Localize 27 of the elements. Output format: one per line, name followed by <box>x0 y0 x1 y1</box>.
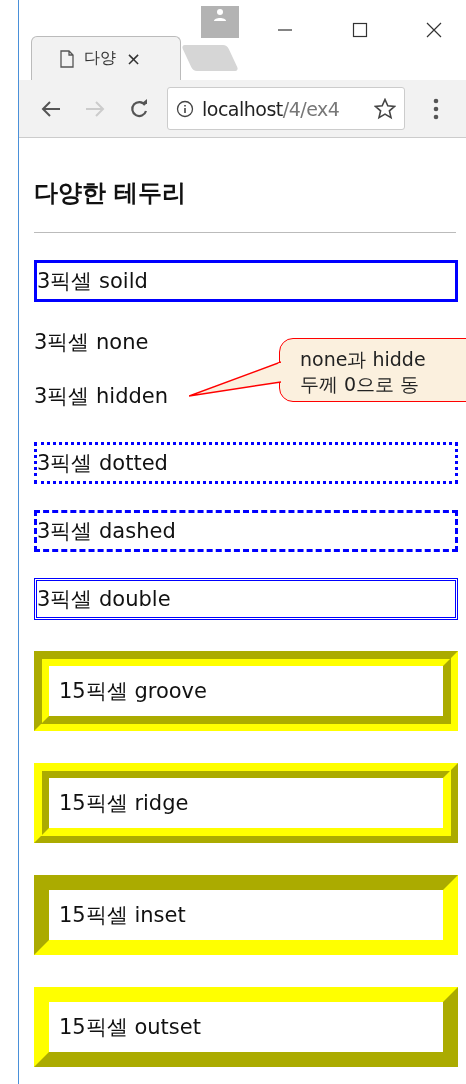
callout-text: none과 hidde <box>300 347 426 372</box>
tab-close-button[interactable]: × <box>126 48 142 69</box>
page-heading: 다양한 테두리 <box>34 178 188 209</box>
maximize-icon[interactable] <box>352 22 368 38</box>
info-icon[interactable] <box>176 99 194 118</box>
document-icon <box>60 49 74 68</box>
tab-title: 다양 <box>84 48 116 69</box>
bordered-box: 15픽셀 groove <box>34 651 458 731</box>
paragraph-text: 3픽셀 none <box>34 329 149 356</box>
browser-tab[interactable]: 다양 × <box>31 36 181 80</box>
back-arrow-icon[interactable] <box>41 99 61 118</box>
menu-icon[interactable] <box>433 97 439 120</box>
callout-text: 두께 0으로 동 <box>300 372 420 397</box>
bordered-box: 3픽셀 dashed <box>34 510 458 552</box>
bordered-box: 3픽셀 double <box>34 578 458 620</box>
bordered-box: 3픽셀 dotted <box>34 442 458 484</box>
star-icon[interactable] <box>374 97 396 120</box>
bordered-box: 15픽셀 outset <box>34 987 458 1067</box>
person-icon <box>213 8 227 22</box>
bordered-box: 3픽셀 soild <box>34 260 458 302</box>
close-icon[interactable] <box>426 22 442 38</box>
url-text: localhost/4/ex4 <box>202 97 341 120</box>
bordered-box: 15픽셀 inset <box>34 875 458 955</box>
reload-icon[interactable] <box>129 98 149 119</box>
bordered-box: 15픽셀 ridge <box>34 763 458 843</box>
address-bar[interactable]: localhost/4/ex4 <box>167 87 405 130</box>
paragraph-text: 3픽셀 hidden <box>34 383 169 410</box>
